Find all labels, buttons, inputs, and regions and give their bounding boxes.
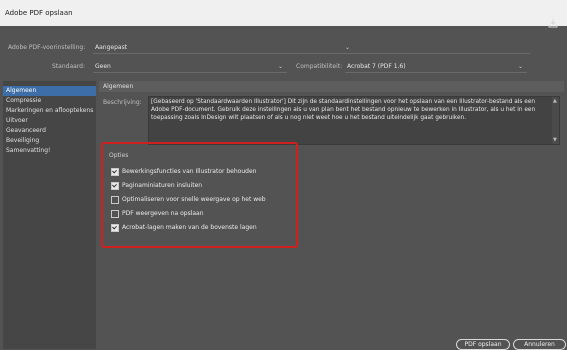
save-pdf-label: PDF opslaan (464, 341, 502, 348)
compat-value: Acrobat 7 (PDF 1.6) (347, 63, 406, 70)
sidebar-item-marks-bleeds[interactable]: Markeringen en aflooptekens (3, 106, 96, 116)
compat-select[interactable]: Acrobat 7 (PDF 1.6) ⌄ (345, 61, 527, 73)
option-label: PDF weergeven na opslaan (122, 210, 204, 217)
description-textarea[interactable]: [Gebaseerd op 'Standaardwaarden Illustra… (148, 96, 560, 145)
sidebar-item-general[interactable]: Algemeen (3, 86, 96, 96)
sidebar-item-label: Uitvoer (6, 117, 28, 124)
scroll-up-icon[interactable]: ▲ (553, 98, 557, 104)
sidebar-item-label: Samenvatting! (6, 147, 51, 154)
checkbox[interactable] (111, 182, 119, 190)
preset-label: Adobe PDF-voorinstelling: (8, 44, 86, 51)
scroll-down-icon[interactable]: ▼ (553, 137, 557, 143)
sidebar-item-summary[interactable]: Samenvatting! (3, 146, 96, 156)
section-title: Algemeen (103, 83, 134, 90)
preset-value: Aangepast (95, 44, 128, 51)
standard-select[interactable]: Geen ⌄ (93, 61, 287, 73)
standard-label: Standaard: (52, 63, 85, 70)
option-label: Optimaliseren voor snelle weergave op he… (122, 196, 266, 203)
sidebar-item-label: Beveiliging (6, 137, 40, 144)
chevron-down-icon: ⌄ (277, 63, 283, 70)
checkbox[interactable] (111, 168, 119, 176)
description-label: Beschrijving: (103, 99, 142, 106)
compat-label: Compatibiliteit: (296, 63, 343, 70)
options-group: Opties Bewerkingsfuncties van Illustrato… (101, 142, 298, 248)
sidebar-item-label: Compressie (6, 97, 42, 104)
sidebar-item-label: Algemeen (6, 87, 37, 94)
standard-value: Geen (95, 63, 111, 70)
option-label: Acrobat-lagen maken van de bovenste lage… (122, 224, 257, 231)
checkbox[interactable] (111, 224, 119, 232)
checkbox[interactable] (111, 196, 119, 204)
option-label: Bewerkingsfuncties van Illustrator behou… (122, 168, 257, 175)
description-scrollbar[interactable]: ▲ ▼ (552, 97, 559, 144)
sidebar-item-output[interactable]: Uitvoer (3, 116, 96, 126)
sidebar-item-security[interactable]: Beveiliging (3, 136, 96, 146)
description-text: [Gebaseerd op 'Standaardwaarden Illustra… (151, 99, 536, 121)
window-titlebar: Adobe PDF opslaan (0, 0, 567, 26)
preset-select[interactable]: Aangepast ⌄ (93, 42, 530, 54)
chevron-down-icon: ⌄ (517, 63, 523, 70)
sidebar-item-label: Geavanceerd (6, 127, 46, 134)
window-title: Adobe PDF opslaan (5, 9, 73, 17)
sidebar-item-advanced[interactable]: Geavanceerd (3, 126, 96, 136)
sidebar-item-compression[interactable]: Compressie (3, 96, 96, 106)
section-header: Algemeen (99, 81, 564, 92)
cancel-label: Annuleren (524, 341, 555, 348)
option-label: Paginaminiaturen insluiten (122, 182, 203, 189)
sidebar: Algemeen Compressie Markeringen en afloo… (3, 81, 96, 349)
options-title: Opties (109, 152, 129, 159)
save-preset-icon[interactable] (548, 18, 558, 28)
cancel-button[interactable]: Annuleren (513, 339, 566, 350)
checkbox[interactable] (111, 210, 119, 218)
sidebar-item-label: Markeringen en aflooptekens (6, 107, 94, 114)
save-pdf-button[interactable]: PDF opslaan (456, 339, 510, 350)
chevron-down-icon: ⌄ (344, 44, 350, 51)
